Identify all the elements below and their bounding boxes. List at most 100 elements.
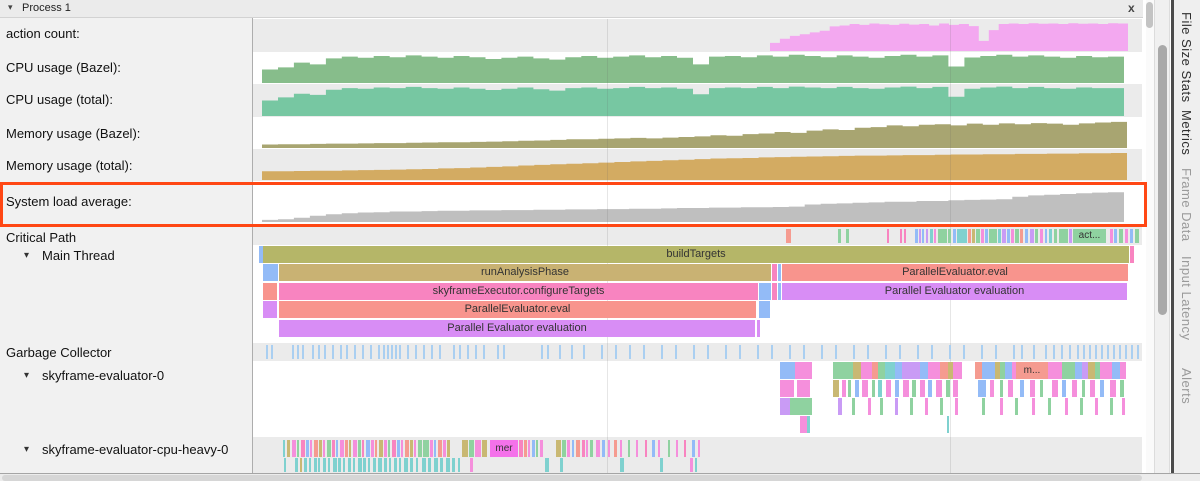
process-header[interactable]: ▾ Process 1 x <box>0 0 1143 18</box>
trace-slice[interactable] <box>615 345 617 359</box>
page-scrollbar[interactable] <box>1154 0 1170 481</box>
trace-slice[interactable] <box>319 440 322 457</box>
trace-slice[interactable] <box>835 345 837 359</box>
trace-slice[interactable] <box>978 380 986 397</box>
trace-slice[interactable] <box>1005 362 1012 379</box>
trace-slice[interactable] <box>458 458 460 472</box>
trace-slice[interactable] <box>1100 380 1104 397</box>
trace-slice[interactable] <box>440 458 443 472</box>
trace-slice[interactable] <box>1062 380 1066 397</box>
trace-slice[interactable] <box>422 458 426 472</box>
trace-slice[interactable] <box>370 345 372 359</box>
trace-slice[interactable] <box>415 345 417 359</box>
trace-slice[interactable] <box>560 458 563 472</box>
trace-slice[interactable] <box>861 362 872 379</box>
trace-slice[interactable] <box>629 345 631 359</box>
trace-slice[interactable] <box>312 345 314 359</box>
trace-slice[interactable] <box>772 264 777 281</box>
trace-slice[interactable] <box>1112 362 1120 379</box>
trace-slice-labeled[interactable]: buildTargets <box>263 246 1129 263</box>
trace-slice[interactable] <box>323 440 325 457</box>
trace-slice[interactable] <box>1048 362 1062 379</box>
trace-slice[interactable] <box>1113 345 1115 359</box>
trace-slice[interactable] <box>475 345 477 359</box>
trace-slice[interactable] <box>903 380 909 397</box>
trace-slice[interactable] <box>1000 398 1003 415</box>
trace-slice[interactable] <box>1020 380 1024 397</box>
trace-slice[interactable] <box>1020 229 1023 243</box>
trace-slice[interactable] <box>1059 229 1068 243</box>
trace-slice[interactable] <box>855 380 859 397</box>
trace-slice[interactable] <box>470 458 473 472</box>
trace-slice[interactable] <box>399 458 401 472</box>
trace-slice[interactable] <box>886 380 891 397</box>
trace-slice[interactable] <box>652 440 655 457</box>
trace-slice[interactable] <box>318 345 320 359</box>
trace-slice[interactable] <box>800 416 807 433</box>
trace-slice[interactable] <box>1072 380 1077 397</box>
trace-slice[interactable] <box>759 301 770 318</box>
trace-slice[interactable] <box>1025 229 1028 243</box>
trace-slice[interactable] <box>358 458 362 472</box>
trace-slice[interactable] <box>658 440 660 457</box>
trace-slice[interactable] <box>972 229 975 243</box>
trace-slice[interactable] <box>919 229 921 243</box>
trace-slice[interactable] <box>990 380 994 397</box>
trace-slice[interactable] <box>375 440 377 457</box>
trace-slice[interactable] <box>1095 398 1098 415</box>
trace-slice[interactable] <box>695 458 697 472</box>
trace-slice[interactable] <box>434 440 436 457</box>
trace-slice[interactable] <box>821 345 823 359</box>
trace-slice[interactable] <box>968 229 971 243</box>
trace-slice[interactable] <box>981 345 983 359</box>
tab-frame-data[interactable]: Frame Data <box>1179 168 1194 242</box>
trace-slice[interactable] <box>853 362 861 379</box>
trace-slice[interactable] <box>395 345 397 359</box>
trace-slice[interactable] <box>392 440 396 457</box>
trace-slice[interactable] <box>636 440 638 457</box>
trace-slice[interactable] <box>1122 398 1125 415</box>
trace-slice[interactable] <box>1013 345 1015 359</box>
trace-slice[interactable] <box>931 345 933 359</box>
trace-slice[interactable] <box>1120 380 1124 397</box>
trace-slice[interactable] <box>388 440 390 457</box>
trace-slice[interactable] <box>853 345 855 359</box>
trace-slice[interactable] <box>362 440 364 457</box>
trace-slice[interactable] <box>524 440 527 457</box>
trace-slice[interactable] <box>562 440 566 457</box>
trace-slice[interactable] <box>833 362 853 379</box>
trace-slice[interactable] <box>528 440 530 457</box>
trace-slice[interactable] <box>340 440 344 457</box>
trace-slice[interactable] <box>675 345 677 359</box>
trace-slice[interactable] <box>938 229 947 243</box>
trace-slice[interactable] <box>363 458 366 472</box>
trace-slice[interactable] <box>771 345 773 359</box>
tab-file-size-stats[interactable]: File Size Stats <box>1179 12 1194 103</box>
trace-slice[interactable] <box>643 345 645 359</box>
trace-slice[interactable] <box>328 458 330 472</box>
trace-slice[interactable] <box>759 283 771 300</box>
trace-slice[interactable] <box>848 380 851 397</box>
trace-slice[interactable] <box>483 345 485 359</box>
trace-slice[interactable] <box>596 440 600 457</box>
trace-slice[interactable] <box>340 345 342 359</box>
trace-slice[interactable] <box>878 380 882 397</box>
trace-slice[interactable] <box>1033 345 1035 359</box>
trace-slice[interactable] <box>292 440 296 457</box>
trace-slice[interactable] <box>1069 229 1072 243</box>
trace-slice[interactable] <box>404 458 408 472</box>
trace-slice[interactable] <box>407 345 409 359</box>
trace-slice[interactable] <box>540 440 543 457</box>
trace-slice[interactable] <box>838 398 842 415</box>
trace-slice[interactable] <box>333 458 337 472</box>
trace-slice[interactable] <box>327 440 331 457</box>
trace-slice[interactable] <box>434 458 438 472</box>
trace-slice[interactable] <box>842 380 846 397</box>
trace-slice[interactable] <box>920 380 925 397</box>
trace-slice[interactable] <box>780 380 794 397</box>
trace-slice[interactable] <box>1110 398 1113 415</box>
trace-slice[interactable] <box>373 458 376 472</box>
trace-slice[interactable] <box>1040 380 1043 397</box>
trace-slice[interactable] <box>868 398 871 415</box>
action-count-chart[interactable] <box>770 22 1128 51</box>
